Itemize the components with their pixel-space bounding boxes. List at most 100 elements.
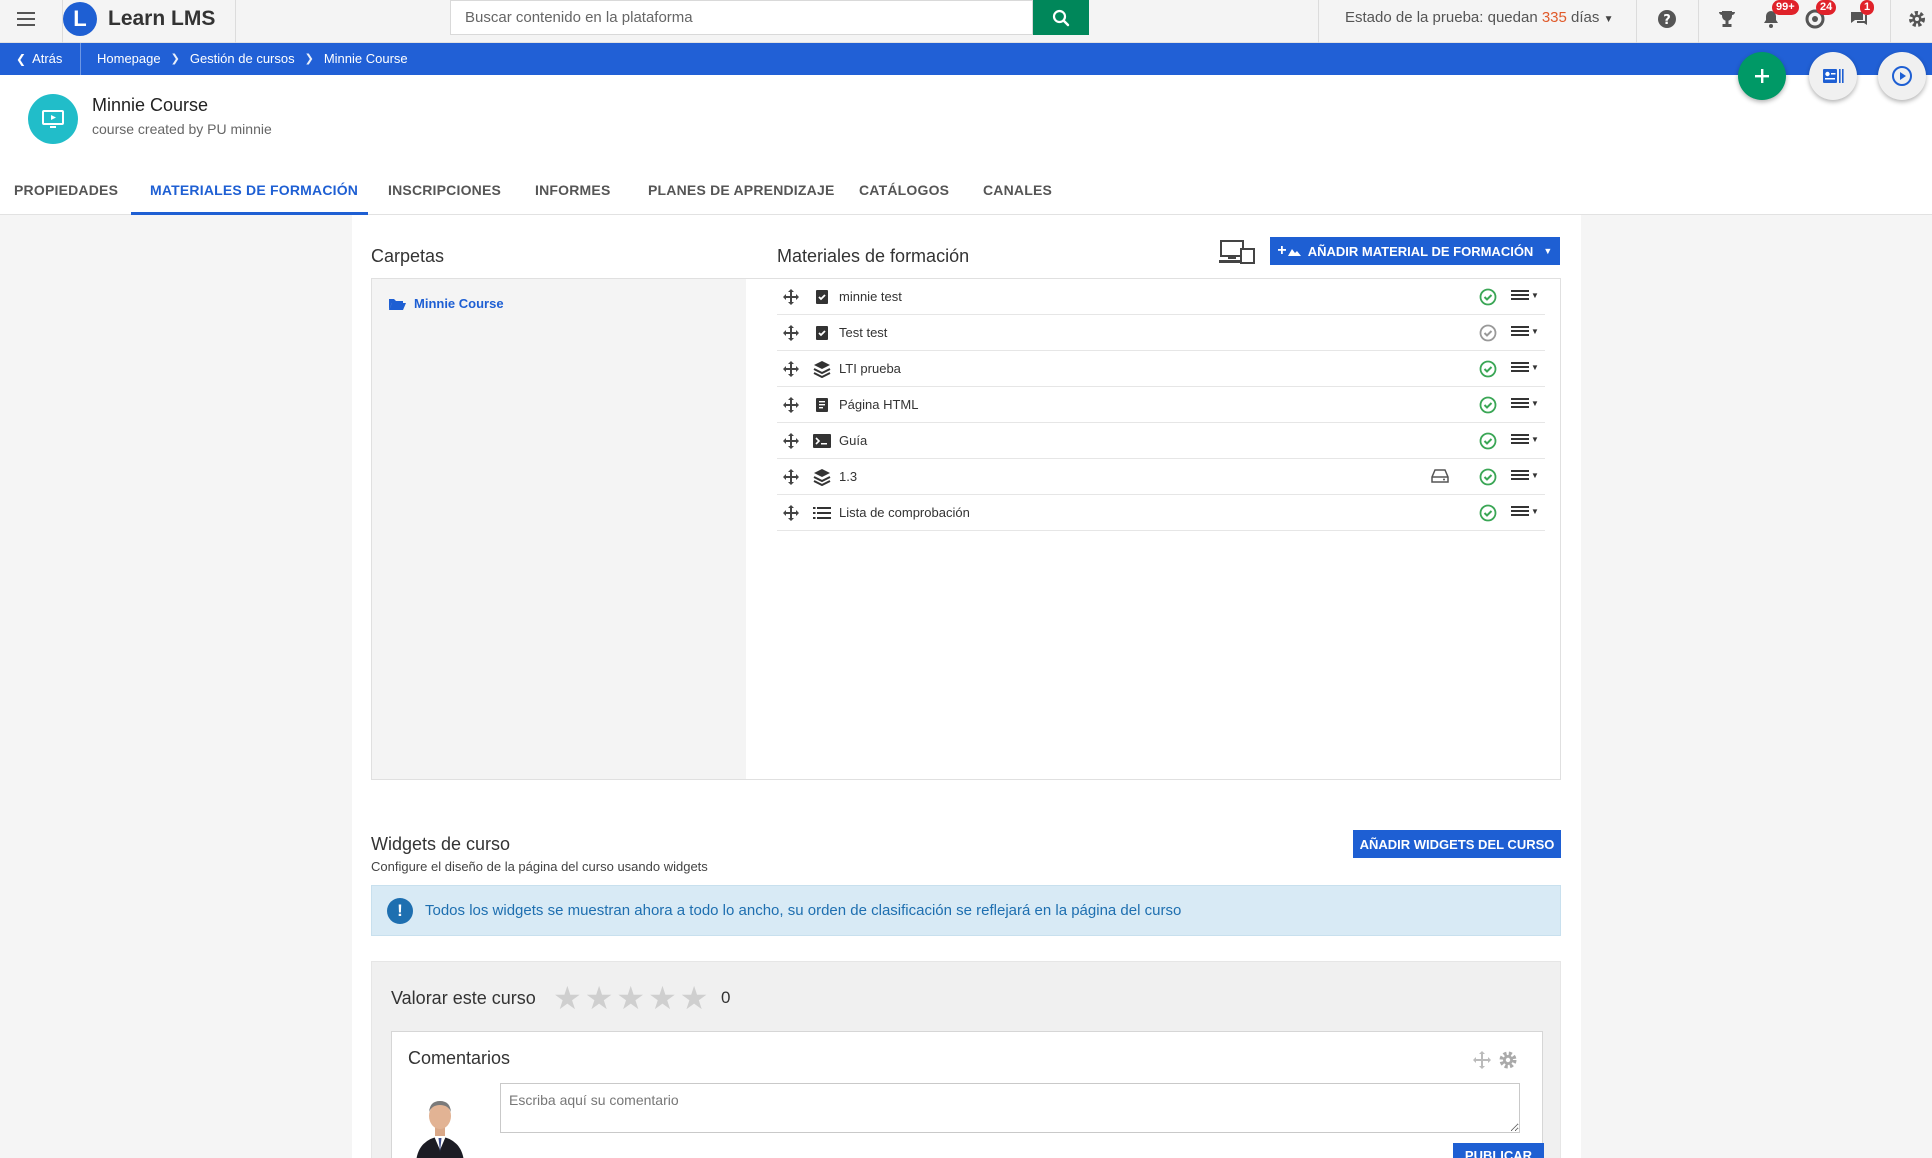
material-row[interactable]: Guía ▼ [777,423,1545,459]
preview-fab-button[interactable] [1878,52,1926,100]
breadcrumb-current-course[interactable]: Minnie Course [324,51,408,66]
row-menu-button[interactable]: ▼ [1511,361,1539,373]
status-check-icon[interactable] [1479,360,1497,378]
comment-input[interactable] [500,1083,1520,1133]
caret-down-icon: ▼ [1543,246,1553,256]
material-row[interactable]: LTI prueba ▼ [777,351,1545,387]
drag-handle-icon[interactable] [777,432,805,449]
status-check-icon[interactable] [1479,468,1497,486]
play-circle-icon [1892,66,1912,86]
drive-icon [1431,468,1449,489]
svg-text:?: ? [1663,13,1671,28]
material-name[interactable]: Página HTML [839,397,1545,412]
support-badge: 24 [1816,0,1837,15]
tab-channels[interactable]: CANALES [983,182,1052,198]
row-menu-button[interactable]: ▼ [1511,433,1539,445]
status-check-icon[interactable] [1479,396,1497,414]
material-name[interactable]: Lista de comprobación [839,505,1545,520]
material-name[interactable]: Test test [839,325,1545,340]
material-row[interactable]: Test test ▼ [777,315,1545,351]
app-logo[interactable]: L [63,2,97,36]
search-button[interactable] [1033,0,1089,35]
trial-status-dropdown[interactable]: Estado de la prueba: quedan 335 días ▼ [1345,9,1613,26]
tab-enrollments[interactable]: INSCRIPCIONES [388,182,501,198]
help-icon[interactable]: ? [1654,6,1680,32]
caret-down-icon: ▼ [1531,434,1539,444]
id-card-icon [1823,69,1844,83]
caret-down-icon: ▼ [1531,290,1539,300]
test-icon [805,289,839,305]
search-input[interactable] [451,1,1032,34]
material-name[interactable]: Guía [839,433,1545,448]
tab-catalogs[interactable]: CATÁLOGOS [859,182,949,198]
star-icon[interactable]: ★ [648,982,677,1014]
drag-handle-icon[interactable] [777,288,805,305]
add-course-widgets-button[interactable]: AÑADIR WIDGETS DEL CURSO [1353,830,1561,858]
divider [80,43,81,75]
row-menu-button[interactable]: ▼ [1511,397,1539,409]
drag-handle-icon[interactable] [777,396,805,413]
star-icon[interactable]: ★ [616,982,645,1014]
notification-badge: 99+ [1772,0,1799,15]
status-check-icon[interactable] [1479,504,1497,522]
material-name[interactable]: minnie test [839,289,1545,304]
drag-handle-icon[interactable] [777,468,805,485]
row-menu-button[interactable]: ▼ [1511,325,1539,337]
back-button[interactable]: ❮ Atrás [16,51,62,66]
widgets-title: Widgets de curso [371,834,511,854]
course-icon [28,94,78,144]
support-icon[interactable]: 24 [1802,0,1837,32]
chevron-right-icon: ❯ [304,53,314,65]
breadcrumb-homepage[interactable]: Homepage [97,51,161,66]
material-row[interactable]: Página HTML ▼ [777,387,1545,423]
tab-training-materials[interactable]: MATERIALES DE FORMACIÓN [150,182,358,198]
caret-down-icon: ▼ [1603,14,1614,25]
breadcrumb-bar: ❮ Atrás Homepage ❯ Gestión de cursos ❯ M… [0,43,1932,75]
breadcrumb-course-management[interactable]: Gestión de cursos [190,51,295,66]
status-check-icon[interactable] [1479,432,1497,450]
move-icon[interactable] [1472,1050,1492,1070]
gear-icon[interactable] [1498,1050,1518,1070]
tab-reports[interactable]: INFORMES [535,182,611,198]
folder-item[interactable]: Minnie Course [388,296,504,311]
back-label: Atrás [32,51,63,66]
rating-stars: ★ ★ ★ ★ ★ [553,982,708,1014]
notifications-bell-icon[interactable]: 99+ [1758,0,1799,32]
star-icon[interactable]: ★ [680,982,709,1014]
tab-properties[interactable]: PROPIEDADES [14,182,118,198]
material-name[interactable]: LTI prueba [839,361,1545,376]
menu-icon[interactable] [17,8,39,30]
settings-gear-icon[interactable] [1904,6,1930,32]
course-card-fab-button[interactable] [1809,52,1857,100]
rating-widget: Valorar este curso ★ ★ ★ ★ ★ 0 Comentari… [371,961,1561,1158]
tab-learning-plans[interactable]: PLANES DE APRENDIZAJE [648,182,835,198]
row-menu-button[interactable]: ▼ [1511,505,1539,517]
drag-handle-icon[interactable] [777,504,805,521]
devices-icon[interactable] [1219,239,1255,265]
comments-widget: Comentarios PUBLICAR [391,1031,1544,1158]
html-page-icon [805,397,839,413]
status-check-icon[interactable] [1479,324,1497,342]
add-fab-button[interactable] [1738,52,1786,100]
layers-icon [805,468,839,486]
material-row[interactable]: 1.3 ▼ [777,459,1545,495]
publish-button[interactable]: PUBLICAR [1453,1143,1544,1158]
info-text: Todos los widgets se muestran ahora a to… [425,902,1182,919]
chevron-left-icon: ❮ [16,51,27,66]
material-row[interactable]: Lista de comprobación ▼ [777,495,1545,531]
chat-icon[interactable]: 1 [1846,0,1875,32]
star-icon[interactable]: ★ [553,982,582,1014]
course-tabs: PROPIEDADES MATERIALES DE FORMACIÓN INSC… [0,178,1932,215]
row-menu-button[interactable]: ▼ [1511,469,1539,481]
drag-handle-icon[interactable] [777,360,805,377]
menu-lines-icon [1511,506,1529,516]
status-check-icon[interactable] [1479,288,1497,306]
star-icon[interactable]: ★ [585,982,614,1014]
add-training-material-button[interactable]: AÑADIR MATERIAL DE FORMACIÓN ▼ [1270,237,1560,265]
drag-handle-icon[interactable] [777,324,805,341]
plus-icon [1755,69,1769,83]
exclamation-icon: ! [387,897,413,924]
material-row[interactable]: minnie test ▼ [777,279,1545,315]
row-menu-button[interactable]: ▼ [1511,289,1539,301]
trophy-icon[interactable] [1714,6,1740,32]
